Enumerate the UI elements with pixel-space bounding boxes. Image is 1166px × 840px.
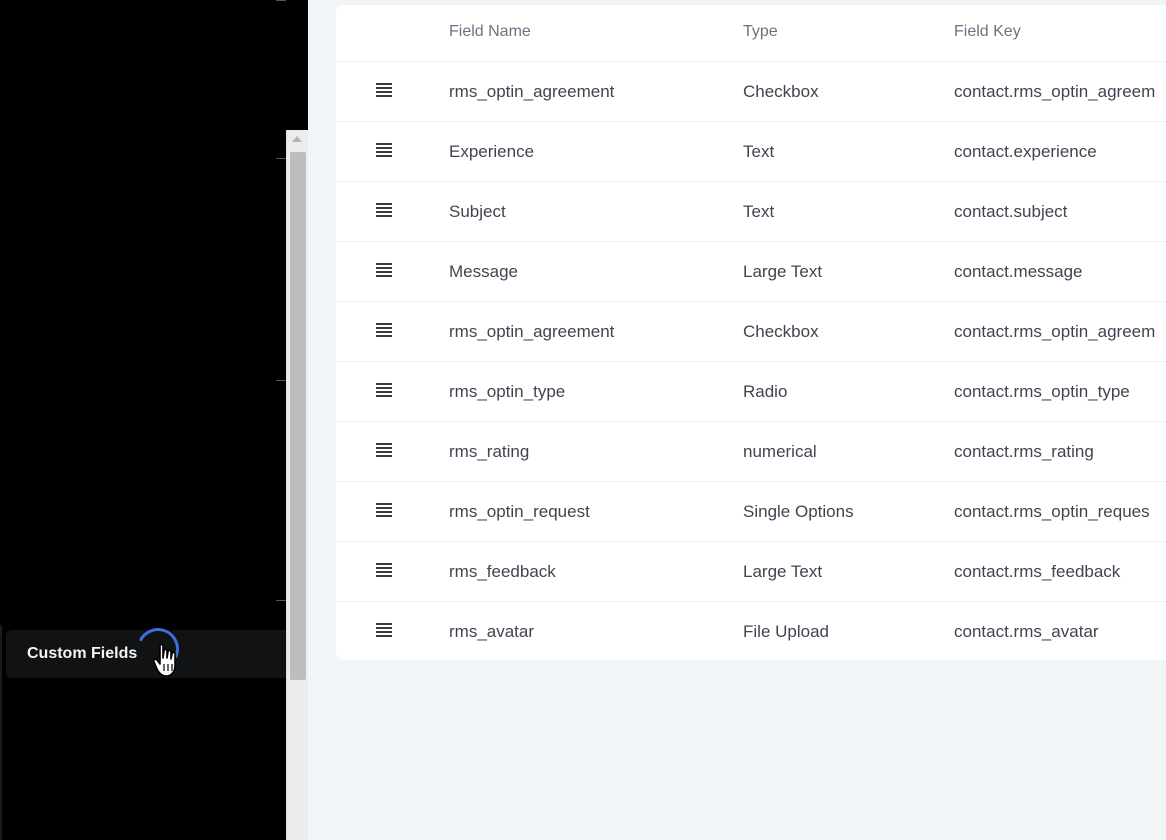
field-type-cell: Large Text [743, 562, 823, 581]
table-row[interactable]: rms_optin_agreement Checkbox contact.rms_o… [336, 302, 1166, 362]
field-name-cell: rms_optin_agreement [449, 82, 615, 101]
field-name-cell: rms_feedback [449, 562, 556, 581]
drag-handle-icon[interactable] [376, 83, 392, 99]
field-name-cell: rms_optin_type [449, 382, 566, 401]
field-key-cell: contact.rms_optin_agreem [954, 322, 1156, 341]
scrollbar-thumb[interactable] [290, 152, 306, 680]
drag-handle-icon[interactable] [376, 383, 392, 399]
drag-handle-icon[interactable] [376, 503, 392, 519]
field-type-cell: numerical [743, 442, 817, 461]
sidebar-item-label: Custom Fields [27, 645, 138, 662]
field-type-cell: File Upload [743, 622, 829, 641]
drag-handle-icon[interactable] [376, 443, 392, 459]
field-name-cell: Message [449, 262, 518, 281]
field-type-cell: Large Text [743, 262, 823, 281]
field-name-cell: rms_rating [449, 442, 530, 461]
table-row[interactable]: rms_avatar File Upload contact.rms_avatar [336, 602, 1166, 660]
field-name-cell: rms_optin_agreement [449, 322, 615, 341]
table-row[interactable]: rms_feedback Large Text contact.rms_feedba… [336, 542, 1166, 602]
field-key-cell: contact.message [954, 262, 1083, 281]
table-row[interactable]: rms_optin_request Single Options contact.r… [336, 482, 1166, 542]
sidebar-scrollbar[interactable] [286, 130, 308, 840]
scroll-up-arrow-icon[interactable] [292, 136, 302, 142]
field-key-cell: contact.experience [954, 142, 1097, 161]
column-header-field-name[interactable]: Field Name [449, 23, 531, 41]
field-type-cell: Checkbox [743, 322, 819, 341]
table-row[interactable]: rms_optin_type Radio contact.rms_optin_typ… [336, 362, 1166, 422]
sidebar-divider-tick [276, 0, 286, 1]
sidebar: Custom Fields [0, 0, 286, 840]
table-row[interactable]: rms_optin_agreement Checkbox contact.rms_o… [336, 62, 1166, 122]
field-key-cell: contact.rms_feedback [954, 562, 1121, 581]
field-type-cell: Checkbox [743, 82, 819, 101]
field-name-cell: rms_optin_request [449, 502, 590, 521]
field-name-cell: Experience [449, 142, 535, 161]
field-key-cell: contact.rms_optin_agreem [954, 82, 1156, 101]
table-row[interactable]: Message Large Text contact.message [336, 242, 1166, 302]
table-row[interactable]: Subject Text contact.subject [336, 182, 1166, 242]
field-key-cell: contact.rms_avatar [954, 622, 1099, 641]
table-row[interactable]: Experience Text contact.experience [336, 122, 1166, 182]
drag-handle-icon[interactable] [376, 323, 392, 339]
field-key-cell: contact.subject [954, 202, 1068, 221]
sidebar-edge [0, 625, 2, 840]
sidebar-divider-tick [276, 380, 286, 381]
field-type-cell: Radio [743, 382, 788, 401]
drag-handle-icon[interactable] [376, 263, 392, 279]
drag-handle-icon[interactable] [376, 563, 392, 579]
field-name-cell: rms_avatar [449, 622, 535, 641]
custom-fields-table: Field Name Type Field Key rms_optin_agre… [336, 5, 1166, 660]
table-header: Field Name Type Field Key [336, 5, 1166, 62]
column-header-type[interactable]: Type [743, 23, 778, 41]
table-row[interactable]: rms_rating numerical contact.rms_rating [336, 422, 1166, 482]
drag-handle-icon[interactable] [376, 623, 392, 639]
field-type-cell: Text [743, 202, 775, 221]
sidebar-divider-tick [276, 158, 286, 159]
hand-pointer-icon [152, 643, 176, 677]
drag-handle-icon[interactable] [376, 203, 392, 219]
app-window: Custom Fields Field Name Type Field Key … [0, 0, 1166, 840]
field-key-cell: contact.rms_rating [954, 442, 1094, 461]
main-content: Field Name Type Field Key rms_optin_agre… [308, 0, 1166, 840]
column-header-field-key[interactable]: Field Key [954, 23, 1021, 41]
field-type-cell: Text [743, 142, 775, 161]
drag-handle-icon[interactable] [376, 143, 392, 159]
sidebar-divider-tick [276, 600, 286, 601]
field-key-cell: contact.rms_optin_type [954, 382, 1130, 401]
field-name-cell: Subject [449, 202, 506, 221]
field-key-cell: contact.rms_optin_reques [954, 502, 1150, 521]
field-type-cell: Single Options [743, 502, 854, 521]
table-body: rms_optin_agreement Checkbox contact.rms_o… [336, 62, 1166, 660]
